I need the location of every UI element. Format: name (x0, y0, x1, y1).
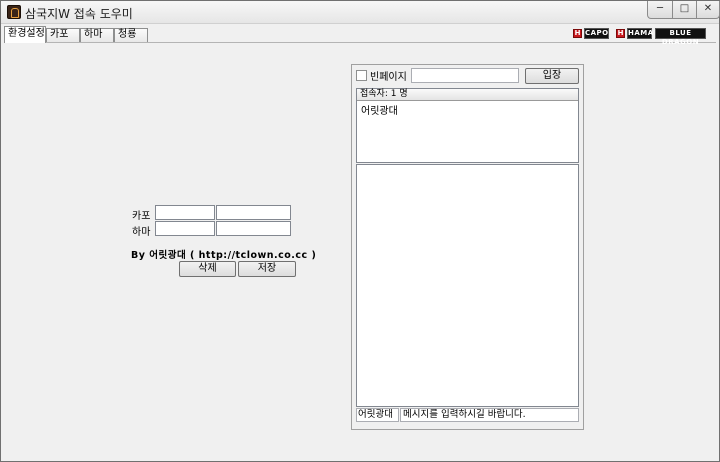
empty-room-label: 빈페이지 (370, 72, 407, 83)
nickname-field[interactable]: 어릿광대 (356, 408, 399, 422)
chat-log[interactable] (356, 164, 579, 407)
tab-divider (4, 42, 716, 43)
delete-button[interactable]: 삭제 (179, 261, 236, 277)
close-button[interactable]: ✕ (696, 1, 720, 19)
maximize-button[interactable]: □ (672, 1, 697, 19)
capo-field-2[interactable] (216, 205, 291, 220)
blue-dragon-logo: BLUE DRAGON (655, 28, 706, 46)
tab-settings[interactable]: 환경설정 (4, 26, 46, 43)
hama-logo: HAMA (627, 28, 654, 39)
user-list[interactable]: 접속자: 1 명 어릿광대 (356, 88, 579, 163)
empty-room-checkbox[interactable] (356, 70, 367, 81)
author-credit: By 어릿광대 ( http://tclown.co.cc ) (131, 250, 317, 261)
tab-hama[interactable]: 하마 (80, 28, 114, 42)
hama-badge: H (616, 29, 625, 38)
hama-row-label: 하마 (132, 227, 151, 238)
hama-field-2[interactable] (216, 221, 291, 236)
save-button[interactable]: 저장 (238, 261, 296, 277)
capo-row-label: 카포 (132, 211, 151, 222)
minimize-button[interactable]: ─ (647, 1, 673, 19)
capo-field-1[interactable] (155, 205, 215, 220)
enter-button[interactable]: 입장 (525, 68, 579, 84)
user-list-header: 접속자: 1 명 (357, 89, 578, 101)
title-bar[interactable]: 삼국지W 접속 도우미 ─ □ ✕ (1, 1, 720, 24)
tab-capo[interactable]: 카포 (46, 28, 80, 42)
capo-badge: H (573, 29, 582, 38)
message-input[interactable]: 메시지를 입력하시길 바랍니다. (400, 408, 579, 422)
window-title: 삼국지W 접속 도우미 (25, 7, 133, 21)
list-item[interactable]: 어릿광대 (361, 102, 398, 117)
app-window: 삼국지W 접속 도우미 ─ □ ✕ 환경설정 카포 하마 청룡 H CAPO H… (0, 0, 720, 462)
capo-logo: CAPO (584, 28, 609, 39)
app-icon (7, 5, 21, 19)
hama-field-1[interactable] (155, 221, 215, 236)
tab-blue-dragon[interactable]: 청룡 (114, 28, 148, 42)
room-input[interactable] (411, 68, 519, 83)
